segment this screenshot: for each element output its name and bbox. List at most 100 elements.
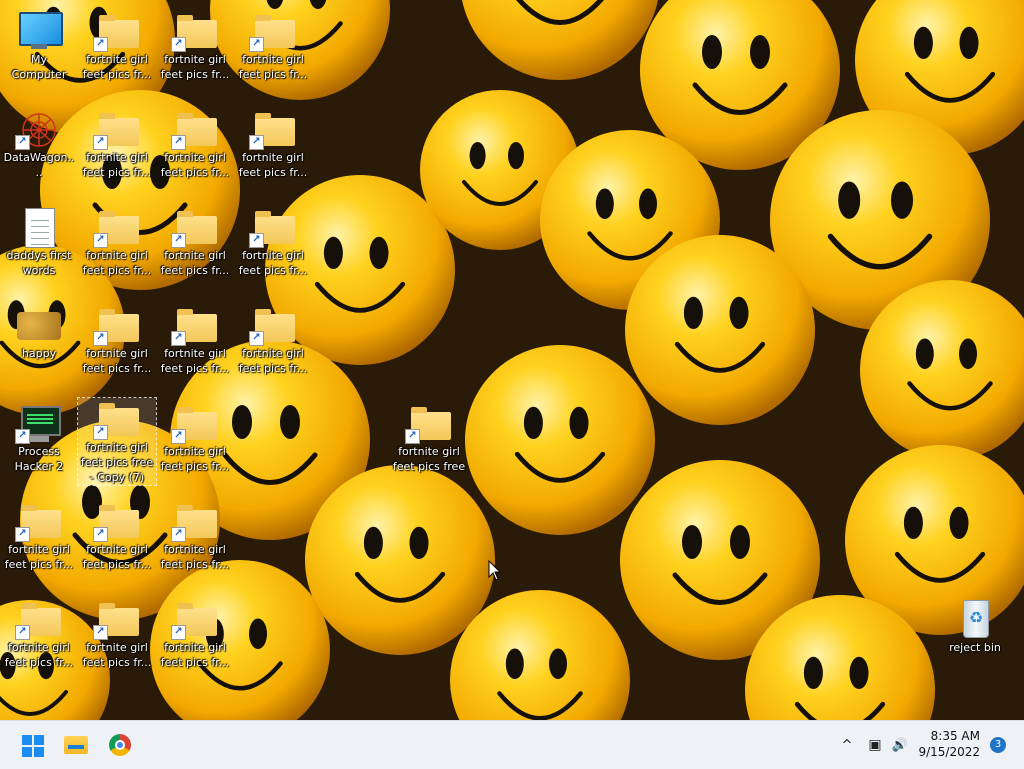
desktop-icon[interactable]: ↗ fortnite girl feet pics fr... — [156, 598, 234, 670]
desktop-icon-label: My Computer — [11, 53, 67, 81]
desktop-icon[interactable]: ↗ fortnite girl feet pics fr... — [78, 304, 156, 376]
folder-shortcut-icon: ↗ — [405, 404, 453, 444]
my-computer-icon — [15, 12, 63, 52]
folder-shortcut-icon: ↗ — [171, 600, 219, 640]
desktop-icon-label: fortnite girl feet pics fr... — [4, 641, 74, 669]
desktop-icon[interactable]: ↗ DataWagon.... — [0, 108, 78, 180]
smiley-ball — [305, 465, 495, 655]
chevron-up-icon: ^ — [841, 737, 853, 753]
desktop-icon-label: fortnite girl feet pics fr... — [238, 53, 308, 81]
desktop-icon[interactable]: ↗ fortnite girl feet pics fr... — [78, 598, 156, 670]
desktop-icon-label: fortnite girl feet pics fr... — [82, 151, 152, 179]
desktop-icon-label: fortnite girl feet pics fr... — [82, 543, 152, 571]
folder-shortcut-icon: ↗ — [93, 208, 141, 248]
desktop-icon[interactable]: ↗ fortnite girl feet pics fr... — [234, 206, 312, 278]
desktop-icon[interactable]: ↗ fortnite girl feet pics fr... — [156, 402, 234, 474]
folder-shortcut-icon: ↗ — [171, 12, 219, 52]
recycle-bin-icon: ♻ — [951, 600, 999, 640]
folder-shortcut-icon: ↗ — [15, 502, 63, 542]
desktop-icon-label: fortnite girl feet pics fr... — [160, 151, 230, 179]
smiley-ball — [462, 0, 658, 80]
desktop-icon-label: fortnite girl feet pics fr... — [238, 151, 308, 179]
folder-shortcut-icon: ↗ — [93, 12, 141, 52]
desktop-icon-label: Process Hacker 2 — [14, 445, 64, 473]
desktop-icon-label: fortnite girl feet pics fr... — [4, 543, 74, 571]
folder-shortcut-icon: ↗ — [171, 208, 219, 248]
folder-shortcut-icon: ↗ — [93, 306, 141, 346]
desktop-icon[interactable]: daddys first words — [0, 206, 78, 278]
folder-shortcut-icon: ↗ — [249, 208, 297, 248]
smiley-ball — [625, 235, 815, 425]
desktop-icon-label: fortnite girl feet pics free — [392, 445, 466, 473]
desktop-icon-label: fortnite girl feet pics fr... — [160, 53, 230, 81]
show-hidden-icons-button[interactable]: ^ — [836, 721, 858, 769]
text-document-icon — [15, 208, 63, 248]
volume-button[interactable]: 🔊 — [888, 721, 912, 769]
desktop-icon[interactable]: ↗ fortnite girl feet pics fr... — [78, 108, 156, 180]
network-icon: ▣ — [868, 737, 882, 753]
desktop-icon[interactable]: ↗ fortnite girl feet pics fr... — [0, 500, 78, 572]
desktop-icon-label: fortnite girl feet pics fr... — [82, 347, 152, 375]
clock[interactable]: 8:35 AM 9/15/2022 — [918, 728, 980, 760]
desktop-icon-label: fortnite girl feet pics fr... — [160, 249, 230, 277]
folder-icon — [64, 736, 88, 754]
desktop-icon[interactable]: ↗ fortnite girl feet pics fr... — [234, 108, 312, 180]
desktop-icon-label: fortnite girl feet pics fr... — [82, 53, 152, 81]
desktop-icon[interactable]: ↗ fortnite girl feet pics fr... — [78, 206, 156, 278]
desktop-icon-label: fortnite girl feet pics free - Copy (7) — [80, 441, 154, 484]
desktop-icon[interactable]: ↗ fortnite girl feet pics fr... — [156, 10, 234, 82]
desktop-icon[interactable]: ♻ reject bin — [936, 598, 1014, 655]
desktop-icon-label: fortnite girl feet pics fr... — [238, 347, 308, 375]
clock-time: 8:35 AM — [930, 729, 980, 743]
desktop-icon[interactable]: ↗ fortnite girl feet pics fr... — [0, 598, 78, 670]
notification-badge[interactable]: 3 — [990, 737, 1006, 753]
windows-logo-icon — [22, 735, 44, 757]
desktop-icon[interactable]: ↗ fortnite girl feet pics fr... — [156, 500, 234, 572]
desktop-icon-label: happy — [21, 347, 57, 360]
folder-shortcut-icon: ↗ — [93, 600, 141, 640]
folder-shortcut-icon: ↗ — [171, 306, 219, 346]
desktop-icon-label: DataWagon.... — [3, 151, 75, 179]
process-hacker-icon: ↗ — [15, 404, 63, 444]
desktop-icon[interactable]: ↗ fortnite girl feet pics fr... — [78, 500, 156, 572]
taskbar: ^ ▣ 🔊 8:35 AM 9/15/2022 3 — [0, 720, 1024, 769]
desktop-icon-label: fortnite girl feet pics fr... — [82, 249, 152, 277]
desktop-icon[interactable]: ↗ fortnite girl feet pics fr... — [234, 10, 312, 82]
desktop-icon[interactable]: happy — [0, 304, 78, 361]
desktop-icon-label: fortnite girl feet pics fr... — [160, 347, 230, 375]
folder-shortcut-icon: ↗ — [171, 502, 219, 542]
desktop-icon[interactable]: ↗ fortnite girl feet pics fr... — [156, 206, 234, 278]
desktop-icon-label: fortnite girl feet pics fr... — [82, 641, 152, 669]
folder-shortcut-icon: ↗ — [93, 400, 141, 440]
desktop-icon[interactable]: My Computer — [0, 10, 78, 82]
folder-shortcut-icon: ↗ — [171, 110, 219, 150]
desktop-icon-label: fortnite girl feet pics fr... — [238, 249, 308, 277]
folder-shortcut-icon: ↗ — [93, 110, 141, 150]
desktop-icon[interactable]: ↗ fortnite girl feet pics fr... — [78, 10, 156, 82]
image-file-icon — [15, 306, 63, 346]
chrome-icon — [109, 734, 131, 756]
folder-shortcut-icon: ↗ — [249, 110, 297, 150]
desktop-icon-label: daddys first words — [6, 249, 72, 277]
folder-shortcut-icon: ↗ — [15, 600, 63, 640]
chrome-button[interactable] — [102, 727, 138, 763]
desktop-icon-label: fortnite girl feet pics fr... — [160, 445, 230, 473]
desktop-icon[interactable]: ↗ fortnite girl feet pics fr... — [234, 304, 312, 376]
file-explorer-button[interactable] — [58, 727, 94, 763]
desktop-icon[interactable]: ↗ Process Hacker 2 — [0, 402, 78, 474]
desktop-icon[interactable]: ↗ fortnite girl feet pics free — [390, 402, 468, 474]
smiley-ball — [465, 345, 655, 535]
network-button[interactable]: ▣ — [864, 721, 886, 769]
desktop-icon[interactable]: ↗ fortnite girl feet pics fr... — [156, 108, 234, 180]
datawagon-icon: ↗ — [15, 110, 63, 150]
folder-shortcut-icon: ↗ — [249, 306, 297, 346]
folder-shortcut-icon: ↗ — [171, 404, 219, 444]
start-button[interactable] — [14, 727, 50, 763]
mouse-cursor-icon — [488, 560, 502, 581]
desktop-icon-label: fortnite girl feet pics fr... — [160, 543, 230, 571]
desktop-icon-label: reject bin — [949, 641, 1001, 654]
desktop-icon[interactable]: ↗ fortnite girl feet pics free - Copy (7) — [77, 397, 157, 486]
folder-shortcut-icon: ↗ — [93, 502, 141, 542]
desktop-icon[interactable]: ↗ fortnite girl feet pics fr... — [156, 304, 234, 376]
volume-icon: 🔊 — [891, 737, 909, 753]
